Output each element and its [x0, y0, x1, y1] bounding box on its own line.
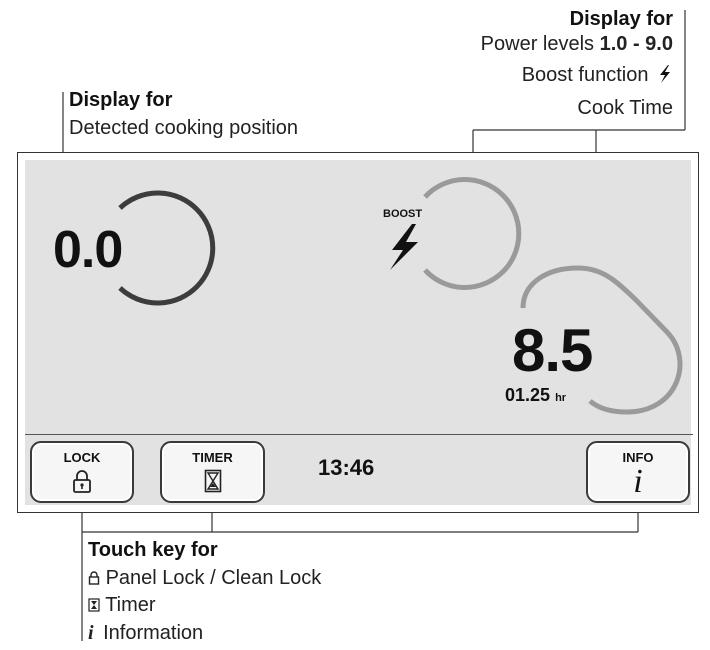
hourglass-icon	[204, 469, 221, 493]
timer-caption: Timer	[88, 594, 156, 617]
cook-time-value: 01.25	[505, 385, 551, 405]
cooking-position-ring	[118, 190, 216, 306]
small-hourglass-icon	[88, 598, 100, 612]
info-caption: i Information	[88, 622, 203, 645]
small-info-icon: i	[88, 622, 94, 644]
cook-time: 01.25 hr	[505, 385, 566, 406]
lock-key[interactable]: LOCK	[30, 441, 134, 503]
info-caption-text: Information	[103, 622, 204, 644]
padlock-icon	[73, 470, 91, 493]
info-key[interactable]: INFO i	[586, 441, 690, 503]
lock-caption-text: Panel Lock / Clean Lock	[105, 567, 322, 589]
small-padlock-icon	[88, 571, 100, 585]
boost-ring	[423, 177, 522, 290]
timer-key-label: TIMER	[192, 450, 233, 465]
timer-caption-text: Timer	[105, 594, 156, 616]
cooking-position-value: 0.0	[53, 221, 123, 279]
lock-key-label: LOCK	[63, 450, 101, 465]
power-level-value: 8.5	[512, 317, 593, 384]
panel-divider	[25, 434, 693, 435]
cook-time-unit: hr	[555, 392, 567, 404]
info-icon: i	[633, 463, 643, 500]
clock: 13:46	[318, 455, 375, 480]
lock-caption: Panel Lock / Clean Lock	[88, 567, 321, 590]
boost-label: BOOST	[383, 208, 423, 220]
timer-key[interactable]: TIMER	[160, 441, 265, 503]
boost-lightning-icon	[390, 224, 418, 270]
touch-keys-heading: Touch key for	[88, 539, 218, 561]
